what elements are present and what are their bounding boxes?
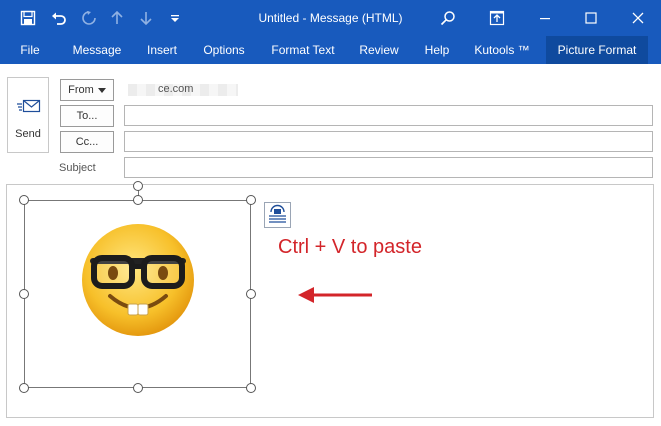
tab-picture-format[interactable]: Picture Format bbox=[546, 36, 648, 64]
tab-kutools[interactable]: Kutools ™ bbox=[467, 36, 537, 64]
search-icon[interactable] bbox=[425, 0, 471, 36]
layout-options-icon[interactable] bbox=[264, 202, 291, 228]
from-address: ce.com bbox=[158, 83, 194, 95]
tab-help[interactable]: Help bbox=[414, 36, 460, 64]
ribbon-display-options-icon[interactable] bbox=[474, 0, 520, 36]
nerd-face-emoji-icon bbox=[80, 222, 196, 341]
from-label: From bbox=[68, 84, 94, 96]
subject-label: Subject bbox=[59, 162, 96, 174]
to-input[interactable] bbox=[124, 105, 653, 126]
send-envelope-icon bbox=[17, 98, 41, 119]
minimize-icon[interactable] bbox=[522, 0, 568, 36]
cc-input[interactable] bbox=[124, 131, 653, 152]
arrow-left-icon bbox=[296, 284, 376, 309]
tab-review[interactable]: Review bbox=[351, 36, 407, 64]
rotate-handle[interactable] bbox=[133, 181, 143, 191]
resize-handle-top-right[interactable] bbox=[246, 195, 256, 205]
resize-handle-top[interactable] bbox=[133, 195, 143, 205]
tab-options[interactable]: Options bbox=[194, 36, 254, 64]
send-label: Send bbox=[15, 128, 41, 140]
resize-handle-right[interactable] bbox=[246, 289, 256, 299]
ribbon-tabs: File Message Insert Options Format Text … bbox=[0, 36, 661, 64]
resize-handle-bottom[interactable] bbox=[133, 383, 143, 393]
cc-button[interactable]: Cc... bbox=[60, 131, 114, 153]
from-button[interactable]: From bbox=[60, 79, 114, 101]
chevron-down-icon bbox=[97, 87, 106, 93]
tab-format-text[interactable]: Format Text bbox=[262, 36, 344, 64]
title-bar: Untitled - Message (HTML) bbox=[0, 0, 661, 36]
resize-handle-bottom-right[interactable] bbox=[246, 383, 256, 393]
send-button[interactable]: Send bbox=[7, 77, 49, 153]
maximize-icon[interactable] bbox=[568, 0, 614, 36]
tab-message[interactable]: Message bbox=[64, 36, 130, 64]
paste-annotation: Ctrl + V to paste bbox=[278, 236, 422, 258]
resize-handle-top-left[interactable] bbox=[19, 195, 29, 205]
resize-handle-bottom-left[interactable] bbox=[19, 383, 29, 393]
to-button[interactable]: To... bbox=[60, 105, 114, 127]
resize-handle-left[interactable] bbox=[19, 289, 29, 299]
close-icon[interactable] bbox=[615, 0, 661, 36]
tab-file[interactable]: File bbox=[10, 36, 50, 64]
subject-input[interactable] bbox=[124, 157, 653, 178]
tab-insert[interactable]: Insert bbox=[138, 36, 186, 64]
